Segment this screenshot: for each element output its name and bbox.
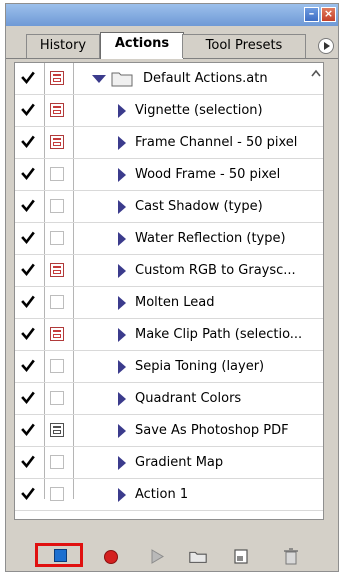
toggle-dialog-icon[interactable] [50, 391, 64, 405]
toggle-dialog-icon[interactable] [50, 103, 64, 117]
action-label: Molten Lead [135, 295, 215, 310]
action-set-row[interactable]: Default Actions.atn [15, 63, 323, 95]
expand-triangle-icon[interactable] [118, 232, 126, 246]
toggle-dialog-icon[interactable] [50, 487, 64, 501]
tab-history[interactable]: History [26, 34, 100, 58]
action-label: Make Clip Path (selectio... [135, 327, 303, 342]
toggle-dialog-icon[interactable] [50, 263, 64, 277]
action-row[interactable]: Water Reflection (type) [15, 223, 323, 255]
expand-triangle-icon[interactable] [118, 296, 126, 310]
stop-button[interactable] [35, 543, 83, 567]
actions-panel: – × History Actions Tool Presets Default… [5, 3, 339, 572]
expand-triangle-icon[interactable] [118, 328, 126, 342]
action-set-label: Default Actions.atn [143, 71, 268, 86]
toggle-item-checkbox[interactable] [21, 167, 35, 181]
expand-triangle-icon[interactable] [118, 456, 126, 470]
panel-menu-icon[interactable] [318, 38, 334, 54]
action-label: Custom RGB to Graysc... [135, 263, 296, 278]
toggle-item-checkbox[interactable] [21, 391, 35, 405]
expand-triangle-icon[interactable] [92, 75, 106, 83]
toggle-dialog-icon[interactable] [50, 135, 64, 149]
toggle-item-checkbox[interactable] [21, 231, 35, 245]
expand-triangle-icon[interactable] [118, 488, 126, 502]
action-label: Wood Frame - 50 pixel [135, 167, 281, 182]
action-label: Action 1 [135, 487, 189, 502]
expand-triangle-icon[interactable] [118, 264, 126, 278]
toggle-dialog-icon[interactable] [50, 359, 64, 373]
toggle-item-checkbox[interactable] [21, 327, 35, 341]
toggle-item-checkbox[interactable] [21, 135, 35, 149]
action-row[interactable]: Save As Photoshop PDF [15, 415, 323, 447]
play-icon[interactable] [147, 547, 167, 565]
toggle-dialog-icon[interactable] [50, 295, 64, 309]
toggle-item-checkbox[interactable] [21, 487, 35, 501]
toggle-item-checkbox[interactable] [21, 263, 35, 277]
folder-icon [111, 72, 133, 87]
action-row[interactable]: Molten Lead [15, 287, 323, 319]
tab-actions[interactable]: Actions [100, 32, 184, 59]
action-label: Cast Shadow (type) [135, 199, 263, 214]
toggle-dialog-icon[interactable] [50, 327, 64, 341]
toggle-dialog-icon[interactable] [50, 71, 64, 85]
toggle-dialog-icon[interactable] [50, 231, 64, 245]
toggle-dialog-icon[interactable] [50, 423, 64, 437]
action-label: Save As Photoshop PDF [135, 423, 289, 438]
action-row[interactable]: Gradient Map [15, 447, 323, 479]
expand-triangle-icon[interactable] [118, 168, 126, 182]
toggle-item-checkbox[interactable] [21, 359, 35, 373]
action-row[interactable]: Custom RGB to Graysc... [15, 255, 323, 287]
toggle-item-checkbox[interactable] [21, 103, 35, 117]
action-label: Quadrant Colors [135, 391, 242, 406]
action-row[interactable]: Vignette (selection) [15, 95, 323, 127]
expand-triangle-icon[interactable] [118, 392, 126, 406]
action-row[interactable]: Wood Frame - 50 pixel [15, 159, 323, 191]
action-row[interactable]: Cast Shadow (type) [15, 191, 323, 223]
expand-triangle-icon[interactable] [118, 104, 126, 118]
new-action-icon[interactable] [231, 547, 251, 565]
panel-footer [6, 541, 338, 571]
panel-tabs: History Actions Tool Presets [6, 30, 338, 59]
toggle-item-checkbox[interactable] [21, 71, 35, 85]
actions-list: Default Actions.atn Vignette (selection) F… [14, 62, 324, 520]
toggle-dialog-icon[interactable] [50, 167, 64, 181]
action-label: Vignette (selection) [135, 103, 263, 118]
expand-triangle-icon[interactable] [118, 200, 126, 214]
toggle-dialog-icon[interactable] [50, 199, 64, 213]
record-icon[interactable] [101, 547, 121, 565]
action-row[interactable]: Action 1 [15, 479, 323, 511]
tab-tool-presets[interactable]: Tool Presets [182, 34, 306, 58]
action-row[interactable]: Make Clip Path (selectio... [15, 319, 323, 351]
action-label: Sepia Toning (layer) [135, 359, 265, 374]
toggle-item-checkbox[interactable] [21, 199, 35, 213]
close-icon[interactable]: × [321, 7, 336, 22]
new-set-icon[interactable] [188, 547, 208, 565]
toggle-dialog-icon[interactable] [50, 455, 64, 469]
stop-icon [54, 549, 67, 562]
action-row[interactable]: Sepia Toning (layer) [15, 351, 323, 383]
toggle-item-checkbox[interactable] [21, 455, 35, 469]
expand-triangle-icon[interactable] [118, 136, 126, 150]
action-label: Gradient Map [135, 455, 224, 470]
toggle-item-checkbox[interactable] [21, 423, 35, 437]
panel-titlebar: – × [6, 4, 338, 26]
minimize-icon[interactable]: – [304, 7, 319, 22]
action-row[interactable]: Quadrant Colors [15, 383, 323, 415]
trash-icon[interactable] [281, 547, 301, 565]
action-label: Frame Channel - 50 pixel [135, 135, 298, 150]
expand-triangle-icon[interactable] [118, 424, 126, 438]
toggle-item-checkbox[interactable] [21, 295, 35, 309]
action-row[interactable]: Frame Channel - 50 pixel [15, 127, 323, 159]
expand-triangle-icon[interactable] [118, 360, 126, 374]
action-label: Water Reflection (type) [135, 231, 286, 246]
